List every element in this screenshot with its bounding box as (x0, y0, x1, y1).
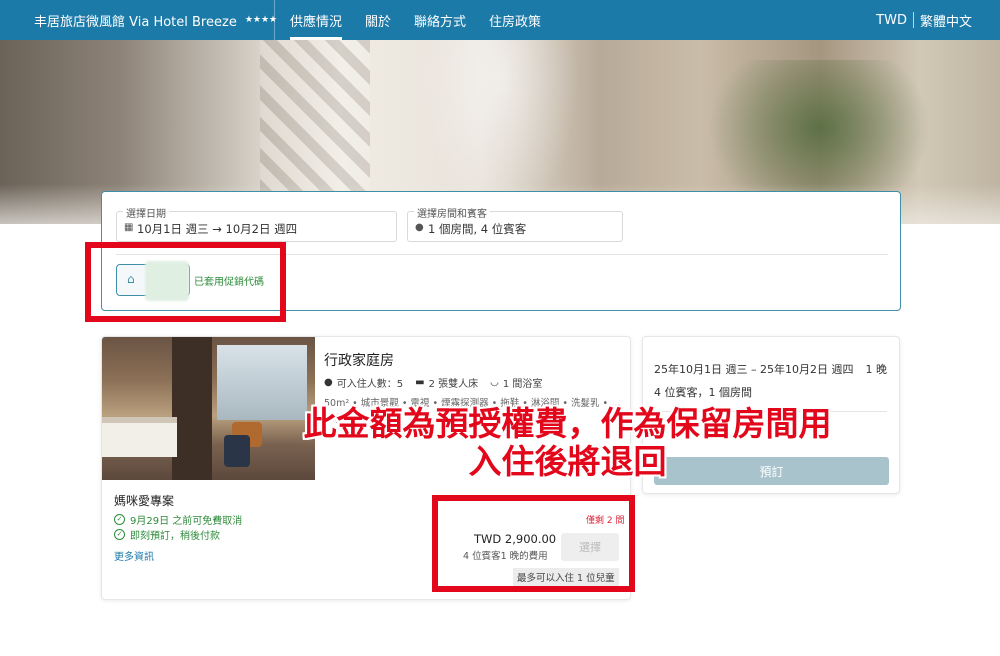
calendar-icon: ▦ (124, 222, 134, 233)
benefit-text: 9月29日 之前可免費取消 (130, 516, 243, 527)
rate-plan-name: 媽咪愛專案 (114, 494, 175, 508)
bathroom-spec: ◡ 1 間浴室 (490, 375, 542, 390)
hotel-brand[interactable]: 丰居旅店微風館 Via Hotel Breeze ★★★★ (0, 0, 278, 40)
main-nav: 供應情況 關於 聯絡方式 住房政策 (290, 0, 564, 40)
occupancy-spec: ● 可入住人數：5 (324, 375, 403, 390)
occupancy-text: 可入住人數：5 (336, 379, 404, 390)
room-photo-curtain (172, 337, 212, 480)
person-icon: ● (415, 222, 424, 233)
check-circle-icon: ✓ (114, 514, 125, 525)
beds-spec: ▬ 2 張雙人床 (415, 375, 478, 390)
benefit-text: 即刻預訂，稍後付款 (130, 531, 220, 542)
top-navigation-bar: 丰居旅店微風館 Via Hotel Breeze ★★★★ 供應情況 關於 聯絡… (0, 0, 1000, 40)
nav-about[interactable]: 關於 (365, 0, 406, 40)
summary-nights: 1 晚 (865, 363, 888, 376)
room-photo-ottoman (224, 435, 250, 467)
language-selector[interactable]: 繁體中文 (920, 11, 972, 30)
annotation-line-1: 此金額為預授權費，作為保留房間用 (303, 404, 832, 443)
annotation-box-promo (85, 242, 286, 322)
bathroom-text: 1 間浴室 (502, 379, 543, 390)
date-field-label: 選擇日期 (123, 205, 169, 220)
beds-text: 2 張雙人床 (428, 379, 479, 390)
star-rating-icon: ★★★★ (244, 15, 278, 25)
bathtub-icon: ◡ (490, 377, 499, 388)
room-name: 行政家庭房 (324, 353, 394, 369)
rooms-field-label: 選擇房間和賓客 (414, 205, 490, 220)
annotation-overlay-text: 此金額為預授權費，作為保留房間用 入住後將退回 (255, 405, 880, 481)
nav-contact[interactable]: 聯絡方式 (414, 0, 481, 40)
person-icon: ● (324, 377, 333, 388)
benefit-free-cancel: ✓ 9月29日 之前可免費取消 (114, 512, 242, 527)
check-circle-icon: ✓ (114, 529, 125, 540)
room-photo-bed (102, 417, 177, 457)
summary-guests: 4 位賓客，1 個房間 (654, 386, 752, 399)
summary-dates: 25年10月1日 週三 – 25年10月2日 週四 (654, 363, 854, 376)
more-info-link[interactable]: 更多資訊 (114, 548, 154, 563)
benefit-pay-later: ✓ 即刻預訂，稍後付款 (114, 527, 220, 542)
bed-icon: ▬ (415, 377, 425, 388)
date-picker-field[interactable]: 選擇日期 ▦ 10月1日 週三 → 10月2日 週四 (116, 205, 397, 242)
hotel-name: 丰居旅店微風館 Via Hotel Breeze (34, 14, 237, 30)
annotation-box-price (432, 495, 635, 592)
date-field-value: 10月1日 週三 → 10月2日 週四 (137, 222, 298, 236)
nav-availability[interactable]: 供應情況 (290, 0, 357, 40)
header-divider (912, 12, 914, 28)
room-specs: ● 可入住人數：5 ▬ 2 張雙人床 ◡ 1 間浴室 (324, 375, 554, 390)
annotation-line-2: 入住後將退回 (468, 442, 667, 481)
currency-selector[interactable]: TWD (876, 13, 907, 28)
rooms-guests-field[interactable]: 選擇房間和賓客 ● 1 個房間, 4 位賓客 (407, 205, 623, 242)
nav-policies[interactable]: 住房政策 (489, 0, 556, 40)
rooms-field-value: 1 個房間, 4 位賓客 (428, 222, 527, 236)
header-tools: TWD 繁體中文 (876, 11, 1000, 30)
